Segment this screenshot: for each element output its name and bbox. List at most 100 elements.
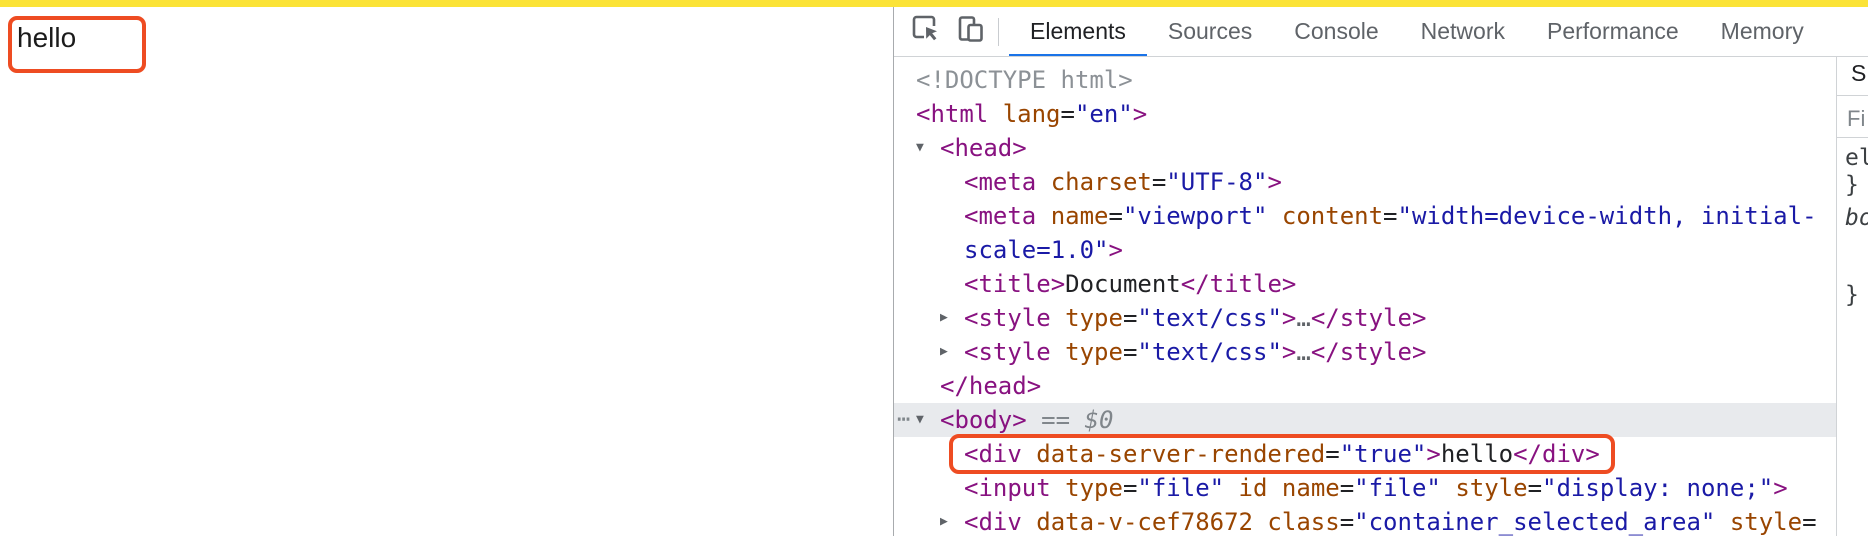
browser-top-strip — [0, 0, 1868, 7]
syntax-token: "en" — [1074, 100, 1133, 128]
syntax-token: style — [1440, 474, 1528, 502]
syntax-token: "UTF-8" — [1166, 168, 1268, 196]
expand-toggle-icon[interactable]: ▶ — [940, 505, 948, 536]
syntax-token: type — [1050, 474, 1123, 502]
browser-window: hello Elements Sources Console Network P… — [0, 0, 1868, 536]
syntax-token: <meta — [964, 168, 1037, 196]
expand-toggle-icon[interactable]: ▶ — [940, 335, 948, 369]
syntax-token: type — [1050, 304, 1123, 332]
syntax-token: > — [1426, 440, 1441, 468]
syntax-token: … — [1296, 304, 1311, 332]
element-style-partial: el — [1845, 145, 1868, 171]
syntax-token: = — [1339, 474, 1355, 502]
expand-toggle-icon[interactable]: ▼ — [916, 131, 924, 165]
syntax-token: = — [1383, 202, 1398, 230]
tab-memory[interactable]: Memory — [1700, 7, 1825, 56]
syntax-token: name — [1267, 474, 1340, 502]
syntax-token: "true" — [1339, 440, 1427, 468]
syntax-token: data-server-rendered — [1021, 440, 1326, 468]
syntax-token: … — [1296, 338, 1311, 366]
node-head-close[interactable]: </head> — [894, 369, 1836, 403]
body-selector-partial: bo — [1845, 205, 1868, 231]
syntax-token: id — [1224, 474, 1268, 502]
devtools-tabs: Elements Sources Console Network Performance… — [1009, 7, 1868, 56]
syntax-token: <head> — [940, 134, 1027, 162]
node-meta-viewport-wrap[interactable]: scale=1.0"> — [894, 233, 1836, 267]
syntax-token: = — [1802, 508, 1817, 536]
syntax-token: = — [1527, 474, 1543, 502]
inspected-node-outline: <div data-server-rendered="true">hello</… — [949, 434, 1615, 474]
node-head[interactable]: ▼ <head> — [894, 131, 1836, 165]
node-div-server-rendered[interactable]: <div data-server-rendered="true">hello</… — [894, 434, 1836, 474]
syntax-token: = — [1060, 100, 1075, 128]
node-style-1[interactable]: ▶ <style type="text/css">…</style> — [894, 301, 1836, 335]
node-doctype[interactable]: <!DOCTYPE html> — [894, 63, 1836, 97]
node-div-container-selected-area[interactable]: ▶ <div data-v-cef78672 class="container_s… — [894, 505, 1836, 536]
syntax-token: = — [1339, 508, 1355, 536]
syntax-token: <body> — [940, 406, 1027, 434]
syntax-token: <div — [964, 508, 1022, 536]
node-body[interactable]: ⋯ ▼ <body> == $0 — [894, 403, 1836, 437]
syntax-token: "container_selected_area" — [1354, 508, 1716, 536]
node-input-file[interactable]: <input type="file" id name="file" style=… — [894, 471, 1836, 505]
toolbar-separator — [998, 17, 999, 46]
syntax-token: = — [1122, 474, 1138, 502]
syntax-token: <input — [964, 474, 1051, 502]
syntax-token: == $0 — [1026, 406, 1114, 434]
syntax-token: <meta — [964, 202, 1037, 230]
syntax-token: content — [1267, 202, 1384, 230]
node-meta-charset[interactable]: <meta charset="UTF-8"> — [894, 165, 1836, 199]
syntax-token: </title> — [1180, 270, 1297, 298]
syntax-token: "file" — [1137, 474, 1225, 502]
inspect-cursor-icon — [911, 14, 941, 49]
syntax-token: class — [1252, 508, 1340, 536]
css-brace-partial: } — [1845, 172, 1859, 198]
syntax-token: </head> — [940, 372, 1042, 400]
inspection-highlight-box — [8, 16, 146, 73]
syntax-token: > — [1281, 338, 1297, 366]
css-brace-partial-2: } — [1845, 282, 1859, 308]
syntax-token: "file" — [1354, 474, 1441, 502]
syntax-token: <style — [964, 338, 1051, 366]
node-meta-viewport[interactable]: <meta name="viewport" content="width=dev… — [894, 199, 1836, 233]
node-overflow-dots-icon: ⋯ — [897, 407, 911, 432]
device-toolbar-button[interactable] — [954, 16, 986, 48]
syntax-token: <style — [964, 304, 1051, 332]
tab-console[interactable]: Console — [1273, 7, 1399, 56]
syntax-token: > — [1108, 236, 1123, 264]
syntax-token: <title> — [964, 270, 1066, 298]
node-html[interactable]: <html lang="en"> — [894, 97, 1836, 131]
devtools-panel: Elements Sources Console Network Performance… — [893, 7, 1868, 536]
syntax-token: </style> — [1310, 304, 1427, 332]
device-toolbar-icon — [955, 14, 985, 49]
node-title[interactable]: <title>Document</title> — [894, 267, 1836, 301]
syntax-token: </style> — [1310, 338, 1427, 366]
syntax-token: > — [1281, 304, 1297, 332]
syntax-token: </div> — [1513, 440, 1600, 468]
syntax-token: = — [1108, 202, 1123, 230]
inspect-element-button[interactable] — [910, 14, 942, 49]
syntax-token: charset — [1036, 168, 1152, 196]
syntax-token: <html — [916, 100, 989, 128]
expand-toggle-icon[interactable]: ▼ — [916, 403, 924, 437]
tab-elements[interactable]: Elements — [1009, 7, 1147, 56]
expand-toggle-icon[interactable]: ▶ — [940, 301, 948, 335]
syntax-token: hello — [1440, 440, 1514, 468]
node-style-2[interactable]: ▶ <style type="text/css">…</style> — [894, 335, 1836, 369]
syntax-token: scale=1.0" — [964, 236, 1109, 264]
syntax-token: "text/css" — [1137, 304, 1282, 332]
tab-sources[interactable]: Sources — [1147, 7, 1273, 56]
syntax-token: <div — [964, 440, 1022, 468]
syntax-token: = — [1325, 440, 1340, 468]
tab-performance[interactable]: Performance — [1526, 7, 1700, 56]
syntax-token: <!DOCTYPE html> — [916, 66, 1133, 94]
syntax-token: = — [1122, 338, 1138, 366]
tab-network[interactable]: Network — [1400, 7, 1526, 56]
web-page-viewport: hello — [0, 7, 893, 536]
syntax-token: name — [1036, 202, 1109, 230]
syntax-token: "display: none;" — [1542, 474, 1774, 502]
styles-filter-partial[interactable]: Fi — [1847, 106, 1865, 132]
syntax-token: = — [1151, 168, 1167, 196]
tab-styles-partial[interactable]: S — [1851, 60, 1866, 87]
devtools-toolbar: Elements Sources Console Network Performance… — [894, 7, 1868, 57]
